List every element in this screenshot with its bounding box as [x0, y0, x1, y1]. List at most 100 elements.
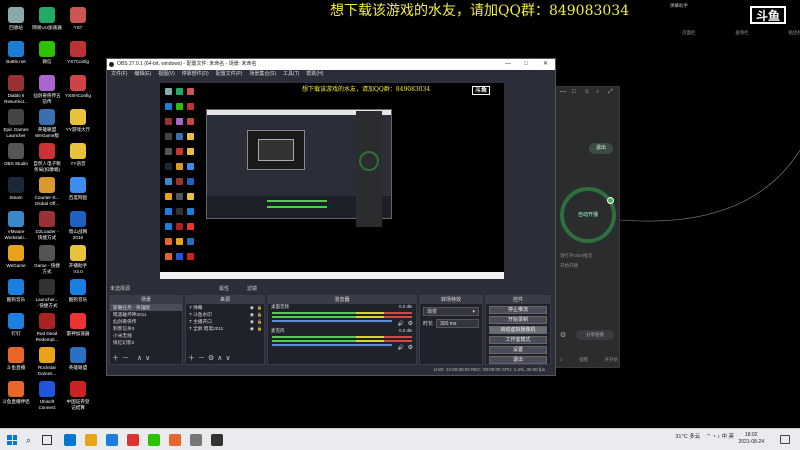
- source-item[interactable]: T 主播开口 ◉ 🔓: [186, 318, 264, 325]
- tray-icons[interactable]: ⌃ ◔ ♪ 中 英: [706, 432, 734, 440]
- panel-control-icon[interactable]: ☺: [584, 89, 590, 95]
- desktop-icon[interactable]: Epic Games Launcher: [0, 109, 32, 138]
- menu-item[interactable]: 配置文件(P): [216, 70, 243, 79]
- notification-icon[interactable]: [780, 435, 790, 444]
- desktop-icon[interactable]: 微信: [31, 41, 63, 65]
- filters-button[interactable]: 滤镜: [247, 285, 257, 292]
- speaker-icon[interactable]: 🔊: [398, 345, 404, 351]
- taskbar-app-icon[interactable]: [64, 434, 76, 446]
- taskbar-app-icon[interactable]: [85, 434, 97, 446]
- transition-select[interactable]: 渐变 ▾: [423, 307, 479, 316]
- desktop-icon[interactable]: YS7Config: [62, 41, 94, 65]
- eye-icon[interactable]: ◉: [250, 325, 254, 332]
- desktop-icon[interactable]: 开播助手 V3.0: [62, 245, 94, 274]
- panel-footer-item[interactable]: ≡: [560, 357, 563, 363]
- desktop-icon[interactable]: 酷狗音乐: [0, 279, 32, 303]
- desktop-icon[interactable]: Launcher... - 快捷方式: [31, 279, 63, 308]
- panel-control-icon[interactable]: □: [572, 89, 576, 95]
- share-button[interactable]: 分享链接: [576, 330, 614, 340]
- scene-item[interactable]: 刺客信条3: [110, 325, 182, 332]
- desktop-icon[interactable]: OBS Studio: [0, 143, 32, 167]
- panel-control-icon[interactable]: ♪: [596, 89, 599, 95]
- taskbar-app-icon[interactable]: [211, 434, 223, 446]
- duration-input[interactable]: 300 ms: [436, 319, 479, 328]
- menu-item[interactable]: 帮助(H): [306, 70, 323, 79]
- control-button[interactable]: 停止推流: [489, 306, 547, 314]
- panel-control-icon[interactable]: ⤢: [608, 89, 613, 96]
- panel-footer-item[interactable]: 开开始: [604, 357, 618, 363]
- desktop-icon[interactable]: 钉钉: [0, 313, 32, 337]
- menu-item[interactable]: 视图(V): [158, 70, 175, 79]
- desktop-icon[interactable]: 英雄联盟: [62, 347, 94, 371]
- eye-icon[interactable]: ◉: [250, 318, 254, 325]
- desktop-icon[interactable]: 斗鱼直播: [0, 347, 32, 371]
- source-item[interactable]: T 弹幕 ◉ 🔓: [186, 304, 264, 311]
- desktop-icon[interactable]: 仙剑奇侠传五 前传: [31, 75, 63, 104]
- desktop-icon[interactable]: 自然人电子税 务局(扣缴端): [31, 143, 63, 172]
- menu-item[interactable]: 场景集合(S): [249, 70, 276, 79]
- desktop-icon[interactable]: Ubisoft Connect: [31, 381, 63, 410]
- task-view-icon[interactable]: [42, 435, 52, 445]
- clock[interactable]: 18:02 2021-08-24: [738, 432, 764, 446]
- desktop-icon[interactable]: Counter-S... Global Off...: [31, 177, 63, 206]
- volume-slider[interactable]: [272, 320, 392, 322]
- desktop-icon[interactable]: Game - 快捷 方式: [31, 245, 63, 274]
- lock-icon[interactable]: 🔓: [257, 304, 262, 311]
- control-button[interactable]: 设置: [489, 346, 547, 354]
- desktop-icon[interactable]: 回收站: [0, 7, 32, 31]
- taskbar-app-icon[interactable]: [190, 434, 202, 446]
- lock-icon[interactable]: 🔓: [257, 318, 262, 325]
- desktop-icon[interactable]: Diablo II Resurrect...: [0, 75, 32, 104]
- volume-slider[interactable]: [272, 344, 392, 346]
- desktop-icon[interactable]: 网易UU加速器: [31, 7, 63, 31]
- control-button[interactable]: 开始录制: [489, 316, 547, 324]
- lock-icon[interactable]: 🔓: [257, 311, 262, 318]
- desktop-icon[interactable]: VMware Workstati...: [0, 211, 32, 240]
- taskbar-app-icon[interactable]: [148, 434, 160, 446]
- menu-item[interactable]: 工具(T): [283, 70, 299, 79]
- desktop-icon[interactable]: 英雄联盟 WeGame版: [31, 109, 63, 138]
- desktop-icon[interactable]: YY语音: [62, 143, 94, 167]
- taskbar-app-icon[interactable]: [169, 434, 181, 446]
- gear-icon[interactable]: ⚙: [408, 344, 413, 351]
- desktop-icon[interactable]: Red Dead Redempt...: [31, 313, 63, 342]
- menu-item[interactable]: 文件(F): [111, 70, 127, 79]
- auto-broadcast-button[interactable]: 自动开播: [560, 187, 616, 243]
- exit-button[interactable]: 退出: [589, 143, 613, 154]
- scene-toolbar[interactable]: ＋－ ∧∨: [112, 353, 153, 363]
- desktop-icon[interactable]: 雷神加速器: [62, 313, 94, 337]
- desktop-icon[interactable]: Rockstar Games...: [31, 347, 63, 376]
- panel-control-icon[interactable]: —: [560, 89, 566, 95]
- windows-start-icon[interactable]: [7, 435, 17, 445]
- eye-icon[interactable]: ◉: [250, 304, 254, 311]
- control-button[interactable]: 退出: [489, 356, 547, 364]
- lock-icon[interactable]: 🔓: [257, 325, 262, 332]
- menu-item[interactable]: 编辑(E): [134, 70, 151, 79]
- source-item[interactable]: T 斗鱼水印 ◉ 🔓: [186, 311, 264, 318]
- desktop-icon[interactable]: Battle.net: [0, 41, 32, 65]
- weather-text[interactable]: 31°C 多云: [675, 432, 700, 440]
- speaker-icon[interactable]: 🔊: [398, 321, 404, 327]
- desktop-icon[interactable]: YS7: [62, 7, 94, 31]
- maximize-icon[interactable]: □: [524, 59, 528, 70]
- scene-item[interactable]: 仙剑奇侠传: [110, 318, 182, 325]
- minimize-icon[interactable]: —: [505, 59, 511, 70]
- eye-icon[interactable]: ◉: [250, 311, 254, 318]
- gear-icon[interactable]: ⚙: [560, 331, 566, 339]
- obs-preview[interactable]: 想下载该游戏的水友，请加QQ群：849083034 斗鱼: [160, 83, 504, 279]
- desktop-icon[interactable]: D2Loader - 快捷方式: [31, 211, 63, 240]
- desktop-icon[interactable]: YSSHConfig: [62, 75, 94, 99]
- panel-footer-item[interactable]: 提醒: [579, 357, 588, 363]
- scene-item[interactable]: 绯红幻影2: [110, 339, 182, 346]
- source-toolbar[interactable]: ＋－⚙∧∨: [188, 353, 234, 363]
- source-item[interactable]: T 全屏 暗黑2011 ◉ 🔓: [186, 325, 264, 332]
- control-button[interactable]: 工作室模式: [489, 336, 547, 344]
- desktop-icon[interactable]: 百度网盘: [62, 177, 94, 201]
- scene-item[interactable]: 暗黑破坏神2011: [110, 311, 182, 318]
- properties-button[interactable]: 属性: [219, 285, 229, 292]
- desktop-icon[interactable]: YY游戏大厅: [62, 109, 94, 133]
- desktop-icon[interactable]: 中国证券登 记结算: [62, 381, 94, 410]
- gear-icon[interactable]: ⚙: [408, 320, 413, 327]
- search-icon[interactable]: ⌕: [26, 435, 31, 446]
- desktop-icon[interactable]: 酷狗音乐: [62, 279, 94, 303]
